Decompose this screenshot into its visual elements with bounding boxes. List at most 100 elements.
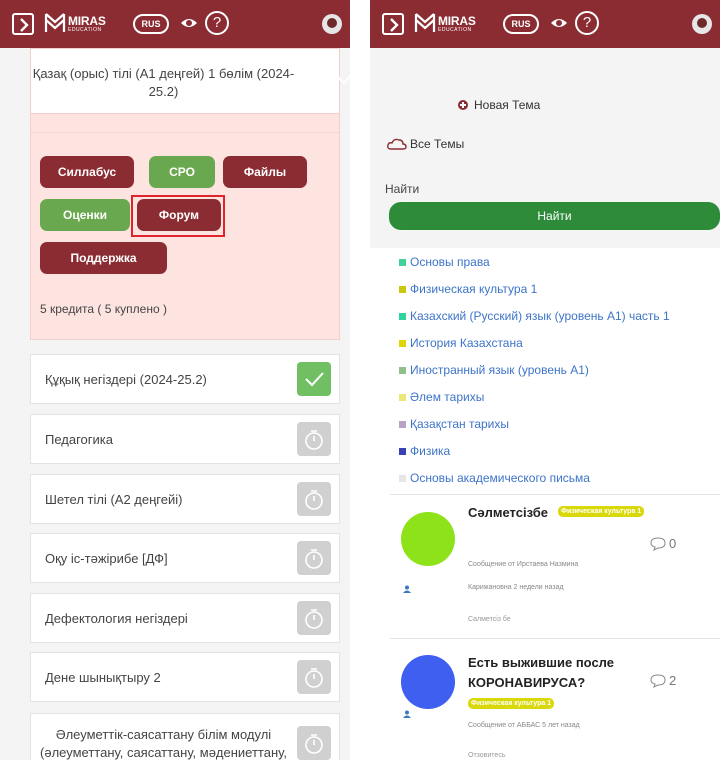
support-button[interactable]: Поддержка <box>40 242 167 274</box>
brand-name: MIRAS <box>438 14 476 28</box>
comment-icon <box>650 536 666 551</box>
post-title: КОРОНАВИРУСА? <box>468 675 586 690</box>
course-title: Шетел тілі (А2 деңгейі) <box>45 491 183 507</box>
logo[interactable]: MIRAS EDUCATION <box>44 11 124 37</box>
help-icon[interactable]: ? <box>575 11 599 35</box>
category-color-swatch <box>399 259 406 266</box>
logo-icon <box>44 13 66 32</box>
language-button[interactable]: RUS <box>133 14 169 34</box>
timer-icon <box>297 541 331 575</box>
eye-icon[interactable] <box>550 17 568 29</box>
course-title: Қазақ (орыс) тілі (А1 деңгей) 1 бөлім (2… <box>32 66 295 99</box>
timer-icon <box>297 482 331 516</box>
category-name: Иностранный язык (уровень А1) <box>410 363 589 377</box>
menu-icon[interactable] <box>12 13 34 35</box>
category-tag[interactable]: Физическая культура 1 <box>558 506 645 517</box>
language-button[interactable]: RUS <box>503 14 539 34</box>
logo[interactable]: MIRAS EDUCATION <box>414 11 494 37</box>
course-card[interactable]: Педагогика <box>30 414 340 464</box>
course-title: Педагогика <box>45 431 113 447</box>
course-card[interactable]: Оқу іс-тәжірибе [ДФ] <box>30 533 340 583</box>
course-title: Дефектология негіздері <box>45 610 188 626</box>
brand-name: MIRAS <box>68 14 106 28</box>
top-bar: MIRAS EDUCATION RUS ? <box>370 0 720 48</box>
brand-sub: EDUCATION <box>438 27 472 33</box>
category-color-swatch <box>399 394 406 401</box>
course-card[interactable]: Құқық негіздері (2024-25.2) <box>30 354 340 404</box>
category-color-swatch <box>399 313 406 320</box>
category-name: Основы академического письма <box>410 471 590 485</box>
all-topics-link[interactable]: Все Темы <box>387 137 464 151</box>
plus-icon <box>458 100 468 110</box>
category-color-swatch <box>399 421 406 428</box>
comment-count-value: 2 <box>669 673 677 688</box>
timer-icon <box>297 601 331 635</box>
category-name: Основы права <box>410 255 490 269</box>
post-meta: Сообщение от Ирстаева Назмина <box>468 561 579 568</box>
category-name: История Казахстана <box>410 336 523 350</box>
course-header[interactable]: Қазақ (орыс) тілі (А1 деңгей) 1 бөлім (2… <box>31 49 350 114</box>
category-name: Қазақстан тарихы <box>410 417 509 431</box>
course-title: Дене шынықтыру 2 <box>45 669 161 685</box>
syllabus-button[interactable]: Силлабус <box>40 156 134 188</box>
files-button[interactable]: Файлы <box>223 156 307 188</box>
category-name: Физическая культура 1 <box>410 282 538 296</box>
course-card[interactable]: Шетел тілі (А2 деңгейі) <box>30 474 340 524</box>
comment-count-value: 0 <box>669 536 677 551</box>
category-color-swatch <box>399 340 406 347</box>
completed-check-icon <box>297 362 331 396</box>
logo-icon <box>414 13 436 32</box>
comment-count: 0 <box>650 536 676 551</box>
category-color-swatch <box>399 286 406 293</box>
help-icon[interactable]: ? <box>205 11 229 35</box>
post-avatar <box>401 512 455 566</box>
post-title: Сәлметсізбе <box>468 505 548 520</box>
new-topic-link[interactable]: Новая Тема <box>458 98 540 112</box>
search-label: Найти <box>385 182 420 196</box>
post-meta: Карижановна 2 недели назад <box>468 584 564 591</box>
courses-screen: MIRAS EDUCATION RUS ? Қазақ (орыс) тілі … <box>0 0 350 760</box>
timer-icon <box>297 726 331 760</box>
course-title-line: Әлеуметтік-саясаттану білім модулі <box>55 727 272 742</box>
credits-text: 5 кредита ( 5 куплено ) <box>40 302 167 316</box>
forum-highlight-frame <box>131 195 225 237</box>
avatar-icon[interactable] <box>692 14 712 34</box>
divider <box>390 494 720 495</box>
expanded-course-card: Қазақ (орыс) тілі (А1 деңгей) 1 бөлім (2… <box>30 48 350 340</box>
category-tag[interactable]: Физическая культура 1 <box>468 698 555 709</box>
category-color-swatch <box>399 367 406 374</box>
person-icon <box>403 710 411 718</box>
divider <box>31 132 339 133</box>
divider <box>390 638 720 639</box>
brand-sub: EDUCATION <box>68 27 102 33</box>
category-name: Казахский (Русский) язык (уровень А1) ча… <box>410 309 670 323</box>
eye-icon[interactable] <box>180 17 198 29</box>
new-topic-label: Новая Тема <box>474 98 541 112</box>
avatar-icon[interactable] <box>322 14 342 34</box>
all-topics-label: Все Темы <box>410 137 465 151</box>
post-meta: Сообщение от АББАС 5 лет назад <box>468 722 580 729</box>
comment-icon <box>650 673 666 688</box>
post-snippet: Салметсіз бе <box>468 616 511 623</box>
course-card[interactable]: Дефектология негіздері <box>30 593 340 643</box>
person-icon <box>403 585 411 593</box>
course-title: Құқық негіздері (2024-25.2) <box>45 371 207 387</box>
category-color-swatch <box>399 475 406 482</box>
sro-button[interactable]: СРО <box>149 156 215 188</box>
search-button[interactable]: Найти <box>389 202 720 230</box>
course-title-line: (әлеуметтану, саясаттану, мәдениеттану, <box>40 745 287 760</box>
timer-icon <box>297 422 331 456</box>
category-name: Физика <box>410 444 451 458</box>
post-avatar <box>401 655 455 709</box>
grades-button[interactable]: Оценки <box>40 199 130 231</box>
forum-post[interactable]: Есть выжившие после КОРОНАВИРУСА? Физиче… <box>390 655 720 760</box>
menu-icon[interactable] <box>382 13 404 35</box>
top-bar: MIRAS EDUCATION RUS ? <box>0 0 350 48</box>
category-name: Әлем тарихы <box>410 390 485 404</box>
course-card[interactable]: Әлеуметтік-саясаттану білім модулі (әлеу… <box>30 713 340 760</box>
course-card[interactable]: Дене шынықтыру 2 <box>30 652 340 702</box>
course-title: Әлеуметтік-саясаттану білім модулі (әлеу… <box>31 726 296 760</box>
forum-post[interactable]: Сәлметсізбе Физическая культура 1 Сообще… <box>390 500 720 640</box>
course-title: Оқу іс-тәжірибе [ДФ] <box>45 550 168 566</box>
cloud-icon <box>387 138 407 150</box>
